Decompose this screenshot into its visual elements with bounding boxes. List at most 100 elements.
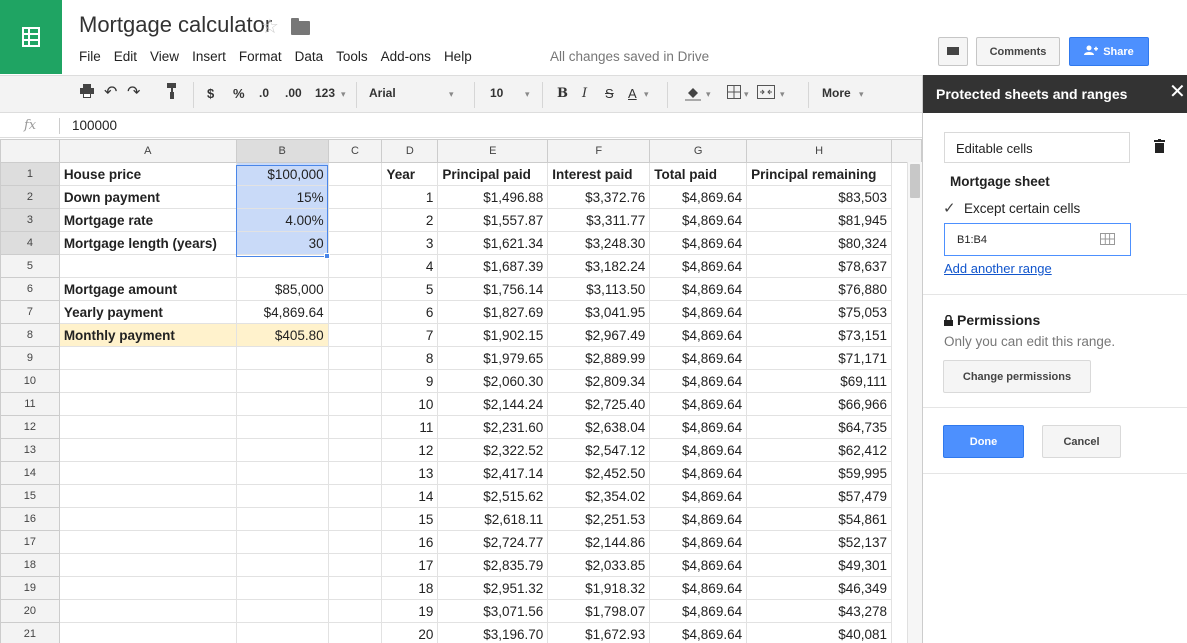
row-header[interactable]: 6	[0, 277, 60, 301]
cell[interactable]: Monthly payment	[58, 323, 237, 347]
italic-button[interactable]: I	[582, 86, 587, 101]
row-header[interactable]: 10	[0, 369, 60, 393]
cell[interactable]: $46,349	[746, 576, 893, 600]
cell[interactable]	[235, 576, 329, 600]
cell[interactable]: $2,033.85	[547, 553, 651, 577]
cell[interactable]: $4,869.64	[649, 300, 748, 324]
cell[interactable]	[235, 622, 329, 643]
cell[interactable]	[58, 438, 237, 462]
cell[interactable]: Principal paid	[437, 162, 549, 186]
share-button[interactable]: Share	[1069, 37, 1149, 66]
row-header[interactable]: 13	[0, 438, 60, 462]
cell[interactable]: $4,869.64	[649, 369, 748, 393]
row-header[interactable]: 16	[0, 507, 60, 531]
row-header[interactable]: 3	[0, 208, 60, 232]
cell[interactable]	[327, 576, 383, 600]
cell[interactable]: $4,869.64	[649, 599, 748, 623]
cell[interactable]: $71,171	[746, 346, 893, 370]
cell[interactable]: $1,756.14	[437, 277, 549, 301]
cell[interactable]: $1,902.15	[437, 323, 549, 347]
cell[interactable]: $73,151	[746, 323, 893, 347]
cell[interactable]: $57,479	[746, 484, 893, 508]
cell[interactable]	[327, 185, 383, 209]
star-icon[interactable]: ☆	[261, 14, 279, 39]
cell[interactable]: $2,515.62	[437, 484, 549, 508]
cell[interactable]: $76,880	[746, 277, 893, 301]
range-description-input[interactable]: Editable cells	[944, 132, 1130, 163]
cell[interactable]: $1,827.69	[437, 300, 549, 324]
menu-insert[interactable]: Insert	[192, 49, 226, 64]
cell[interactable]: $2,060.30	[437, 369, 549, 393]
cell[interactable]: $2,618.11	[437, 507, 549, 531]
cell[interactable]	[327, 461, 383, 485]
cell[interactable]	[58, 461, 237, 485]
cell[interactable]	[327, 507, 383, 531]
menu-file[interactable]: File	[79, 49, 101, 64]
more-button[interactable]: More	[822, 86, 851, 100]
cell[interactable]	[235, 461, 329, 485]
cell[interactable]: 2	[381, 208, 439, 232]
cell[interactable]: $4,869.64	[649, 553, 748, 577]
cell[interactable]: $3,071.56	[437, 599, 549, 623]
cell[interactable]: $3,311.77	[547, 208, 651, 232]
cancel-button[interactable]: Cancel	[1042, 425, 1121, 458]
cell[interactable]: Mortgage length (years)	[58, 231, 237, 255]
cell[interactable]: $4,869.64	[649, 346, 748, 370]
row-header[interactable]: 1	[0, 162, 60, 186]
bold-button[interactable]: B	[557, 86, 568, 101]
cell[interactable]: Down payment	[58, 185, 237, 209]
cell[interactable]: $3,248.30	[547, 231, 651, 255]
cell[interactable]: $4,869.64	[649, 392, 748, 416]
cell[interactable]: 16	[381, 530, 439, 554]
cell[interactable]: $1,979.65	[437, 346, 549, 370]
cell[interactable]: $2,725.40	[547, 392, 651, 416]
cell[interactable]: 14	[381, 484, 439, 508]
cell[interactable]	[58, 530, 237, 554]
menu-view[interactable]: View	[150, 49, 179, 64]
cell[interactable]: 3	[381, 231, 439, 255]
cell[interactable]	[235, 599, 329, 623]
column-header[interactable]: H	[746, 139, 893, 163]
cell[interactable]	[235, 484, 329, 508]
cell[interactable]: 19	[381, 599, 439, 623]
row-header[interactable]: 5	[0, 254, 60, 278]
cell[interactable]	[58, 369, 237, 393]
redo-icon[interactable]: ↷	[127, 82, 140, 102]
cell[interactable]	[327, 254, 383, 278]
cell[interactable]: $2,354.02	[547, 484, 651, 508]
cell[interactable]: $4,869.64	[649, 415, 748, 439]
cell[interactable]	[58, 415, 237, 439]
cell[interactable]: House price	[58, 162, 237, 186]
cell[interactable]	[235, 346, 329, 370]
cell[interactable]: 15	[381, 507, 439, 531]
cell[interactable]	[235, 369, 329, 393]
cell[interactable]	[58, 622, 237, 643]
cell[interactable]: 11	[381, 415, 439, 439]
cell[interactable]: $69,111	[746, 369, 893, 393]
cell[interactable]	[58, 346, 237, 370]
cell[interactable]: $3,196.70	[437, 622, 549, 643]
cell[interactable]: $2,144.24	[437, 392, 549, 416]
cell[interactable]	[327, 300, 383, 324]
paint-format-icon[interactable]	[167, 83, 177, 102]
fill-color-icon[interactable]	[685, 85, 701, 104]
cell[interactable]: $4,869.64	[649, 438, 748, 462]
cell[interactable]: 1	[381, 185, 439, 209]
cell[interactable]: $4,869.64	[649, 507, 748, 531]
cell[interactable]	[327, 208, 383, 232]
cell[interactable]	[327, 415, 383, 439]
cell[interactable]	[235, 553, 329, 577]
increase-decimal-button[interactable]: .00	[285, 86, 302, 100]
cell[interactable]: 4	[381, 254, 439, 278]
cell[interactable]	[327, 277, 383, 301]
cell[interactable]: $3,372.76	[547, 185, 651, 209]
sheets-logo-icon[interactable]	[0, 0, 62, 74]
cell[interactable]: Mortgage amount	[58, 277, 237, 301]
more-formats-button[interactable]: 123	[315, 86, 335, 100]
cell[interactable]: $2,809.34	[547, 369, 651, 393]
cell[interactable]: $40,081	[746, 622, 893, 643]
menu-tools[interactable]: Tools	[336, 49, 368, 64]
cell[interactable]: $1,557.87	[437, 208, 549, 232]
cell[interactable]: $1,798.07	[547, 599, 651, 623]
row-header[interactable]: 12	[0, 415, 60, 439]
